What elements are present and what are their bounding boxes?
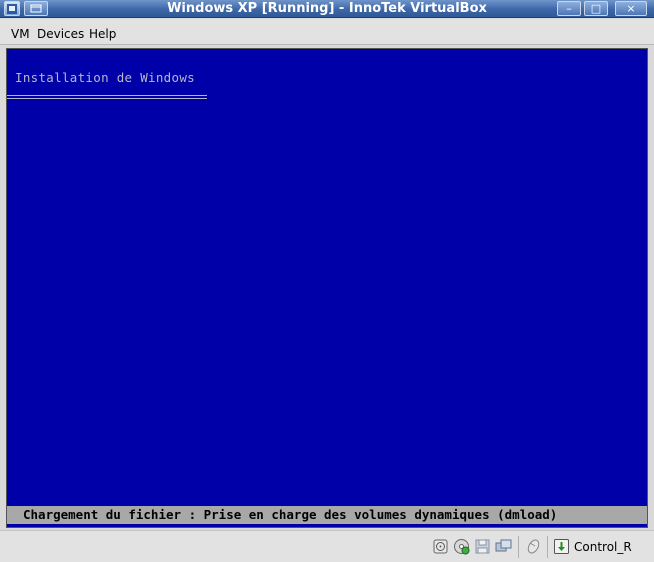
mouse-integration-icon[interactable] — [525, 538, 542, 555]
maximize-button[interactable]: □ — [584, 1, 608, 16]
window-title: Windows XP [Running] - InnoTek VirtualBo… — [167, 1, 487, 16]
setup-status-line: Chargement du fichier : Prise en charge … — [7, 506, 647, 524]
window-title-bar[interactable]: Windows XP [Running] - InnoTek VirtualBo… — [0, 0, 654, 18]
vm-display[interactable]: Installation de Windows Chargement du fi… — [6, 48, 648, 528]
minimize-button[interactable]: – — [557, 1, 581, 16]
minimize-icon: – — [566, 2, 572, 15]
menu-devices[interactable]: Devices — [37, 27, 84, 41]
menu-vm[interactable]: VM — [11, 27, 30, 41]
close-button[interactable]: × — [615, 1, 647, 16]
heading-underline — [7, 95, 207, 99]
host-key-icon — [553, 538, 570, 555]
status-separator — [547, 536, 548, 558]
host-key-label: Control_R — [574, 540, 632, 554]
network-icon[interactable] — [495, 538, 512, 555]
maximize-icon: □ — [590, 2, 602, 15]
menu-help[interactable]: Help — [89, 27, 116, 41]
cd-rom-icon[interactable] — [453, 538, 470, 555]
status-bar: Control_R — [0, 530, 654, 562]
menu-bar: VM Devices Help — [0, 19, 654, 45]
status-separator — [518, 536, 519, 558]
hard-disk-icon[interactable] — [432, 538, 449, 555]
setup-heading: Installation de Windows — [15, 70, 195, 85]
floppy-icon[interactable] — [474, 538, 491, 555]
close-icon: × — [626, 2, 636, 15]
